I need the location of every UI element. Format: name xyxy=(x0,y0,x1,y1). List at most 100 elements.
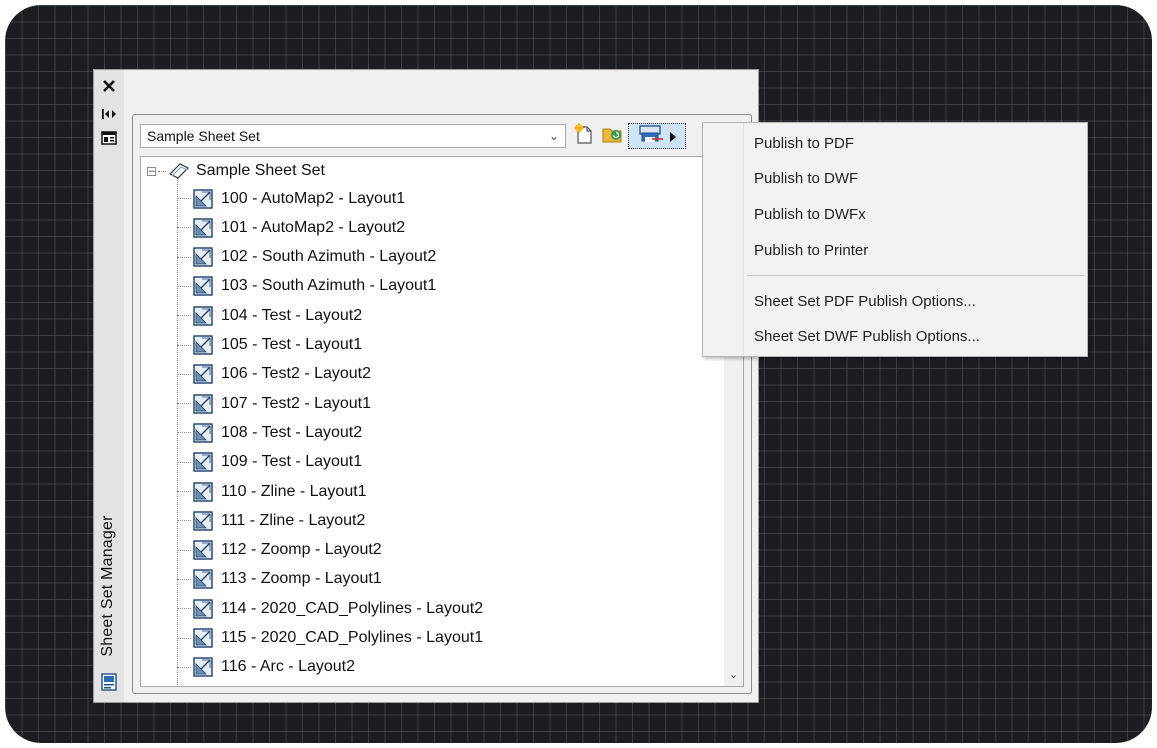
sheet-row[interactable]: 103 - South Azimuth - Layout1 xyxy=(177,272,436,301)
sheet-row[interactable]: 105 - Test - Layout1 xyxy=(177,331,362,360)
sheet-label: 107 - Test2 - Layout1 xyxy=(221,394,372,412)
sheet-row[interactable]: 115 - 2020_CAD_Polylines - Layout1 xyxy=(177,624,483,653)
sheet-row[interactable]: 104 - Test - Layout2 xyxy=(177,301,362,330)
tree-connector xyxy=(177,491,191,492)
refresh-status-button[interactable] xyxy=(599,123,625,149)
sheet-row[interactable]: 116 - Arc - Layout2 xyxy=(177,653,355,682)
sheet-row[interactable]: 100 - AutoMap2 - Layout1 xyxy=(177,184,405,213)
tree-connector xyxy=(177,227,191,229)
sheet-icon xyxy=(193,393,213,414)
sheet-icon xyxy=(193,657,213,677)
chevron-down-icon[interactable]: ⌄ xyxy=(549,125,559,147)
sheet-row[interactable]: 114 - 2020_CAD_Polylines - Layout2 xyxy=(177,594,483,623)
sheet-icon xyxy=(193,335,213,355)
sheet-row[interactable]: 106 - Test2 - Layout2 xyxy=(177,360,371,389)
sheet-label: 101 - AutoMap2 - Layout2 xyxy=(221,218,406,236)
menu-item-pdf-publish-options[interactable]: Sheet Set PDF Publish Options... xyxy=(754,290,976,314)
sheet-label: 110 - Zline - Layout1 xyxy=(221,482,367,500)
tree-connector xyxy=(177,549,191,551)
tree-connector xyxy=(177,256,191,258)
properties-icon[interactable] xyxy=(100,130,118,146)
sheet-label: 115 - 2020_CAD_Polylines - Layout1 xyxy=(221,629,484,646)
sheet-row[interactable]: 109 - Test - Layout1 xyxy=(177,448,362,477)
sheet-icon xyxy=(193,452,213,472)
sheet-row[interactable]: 110 - Zline - Layout1 xyxy=(177,477,367,506)
tree-connector xyxy=(158,170,166,172)
collapse-icon[interactable]: − xyxy=(147,166,156,176)
sheet-label: 105 - Test - Layout1 xyxy=(221,336,363,353)
menu-item-dwf-publish-options[interactable]: Sheet Set DWF Publish Options... xyxy=(754,325,980,349)
tree-connector xyxy=(177,373,191,375)
palette-menu-icon[interactable] xyxy=(100,673,118,691)
sheet-row[interactable]: 112 - Zoomp - Layout2 xyxy=(177,536,382,565)
tree-connector xyxy=(177,198,191,199)
sheet-icon xyxy=(193,218,213,238)
sheet-label: 106 - Test2 - Layout2 xyxy=(221,365,372,383)
sheet-icon xyxy=(193,598,213,619)
publish-menu: Publish to PDF Publish to DWF Publish to… xyxy=(702,122,1088,357)
caret-right-icon xyxy=(670,127,676,146)
menu-icon-gutter xyxy=(703,123,744,356)
sheet-label: 111 - Zline - Layout2 xyxy=(221,511,366,529)
tree-connector xyxy=(177,520,191,522)
sheet-label: 109 - Test - Layout1 xyxy=(221,453,363,471)
tree-connector xyxy=(177,285,191,287)
tree-connector xyxy=(177,403,191,405)
sheet-icon xyxy=(193,305,213,326)
tree-connector xyxy=(177,666,191,668)
tree-connector xyxy=(177,637,191,639)
new-sheet-button[interactable] xyxy=(571,123,597,149)
menu-item-publish-to-printer[interactable]: Publish to Printer xyxy=(754,239,868,263)
sheet-list-tab: Sample Sheet Set ⌄ − Sample Sheet Set 10… xyxy=(132,114,752,694)
sheet-label: 103 - South Azimuth - Layout1 xyxy=(221,277,437,295)
menu-item-publish-to-dwf[interactable]: Publish to DWF xyxy=(754,167,858,191)
scroll-down-icon[interactable]: ⌄ xyxy=(724,666,743,684)
tree-connector xyxy=(177,315,191,317)
drawing-canvas: Sheet Set Manager Sample Sheet Set ⌄ − S… xyxy=(5,5,1152,743)
sheet-icon xyxy=(193,276,213,297)
sheet-row[interactable]: 101 - AutoMap2 - Layout2 xyxy=(177,213,405,242)
sheet-set-manager-palette: Sheet Set Manager Sample Sheet Set ⌄ − S… xyxy=(93,69,759,703)
tree-connector xyxy=(177,578,191,580)
auto-hide-icon[interactable] xyxy=(100,106,118,122)
sheet-icon xyxy=(193,364,213,384)
sheet-row[interactable]: 107 - Test2 - Layout1 xyxy=(177,389,371,418)
tree-connector xyxy=(177,432,191,434)
palette-title-bar[interactable]: Sheet Set Manager xyxy=(94,70,124,702)
sheet-row[interactable]: 113 - Zoomp - Layout1 xyxy=(177,565,382,594)
sheet-set-icon xyxy=(168,162,190,180)
close-icon[interactable] xyxy=(100,78,118,94)
sheet-row[interactable]: 111 - Zline - Layout2 xyxy=(177,506,365,535)
sheet-icon xyxy=(193,511,213,531)
sheet-icon xyxy=(193,540,213,560)
tree-connector xyxy=(177,344,191,346)
sheet-tree[interactable]: − Sample Sheet Set 100 - AutoMap2 - Layo… xyxy=(140,156,744,687)
tree-connector xyxy=(177,608,191,610)
sheet-label: 102 - South Azimuth - Layout2 xyxy=(221,248,437,266)
sheet-icon xyxy=(193,247,213,267)
sheet-label: 100 - AutoMap2 - Layout1 xyxy=(221,189,406,207)
sheet-icon xyxy=(193,481,213,502)
sheet-label: 112 - Zoomp - Layout2 xyxy=(221,541,382,559)
publish-button[interactable] xyxy=(628,123,686,149)
menu-item-publish-to-dwfx[interactable]: Publish to DWFx xyxy=(754,203,866,227)
sheet-icon xyxy=(193,628,213,648)
sheet-row[interactable]: 108 - Test - Layout2 xyxy=(177,418,362,447)
new-sheet-icon xyxy=(573,123,595,149)
sheet-icon xyxy=(193,188,213,209)
menu-separator xyxy=(747,275,1085,276)
menu-item-publish-to-pdf[interactable]: Publish to PDF xyxy=(754,132,854,156)
sheet-label: 108 - Test - Layout2 xyxy=(221,423,363,441)
tree-connector xyxy=(177,461,191,463)
sheet-row[interactable]: 102 - South Azimuth - Layout2 xyxy=(177,243,436,272)
tree-root-label: Sample Sheet Set xyxy=(196,162,325,179)
tree-root-sheet-set[interactable]: − Sample Sheet Set xyxy=(147,160,325,182)
sheet-label: 114 - 2020_CAD_Polylines - Layout2 xyxy=(221,599,484,617)
sheet-label: 116 - Arc - Layout2 xyxy=(221,658,355,676)
sheet-label: 104 - Test - Layout2 xyxy=(221,306,363,324)
sheet-icon xyxy=(193,423,213,443)
publish-icon xyxy=(638,123,664,149)
sheet-icon xyxy=(193,569,213,590)
sheet-set-dropdown[interactable]: Sample Sheet Set ⌄ xyxy=(140,124,566,148)
sheet-label: 113 - Zoomp - Layout1 xyxy=(221,570,382,588)
